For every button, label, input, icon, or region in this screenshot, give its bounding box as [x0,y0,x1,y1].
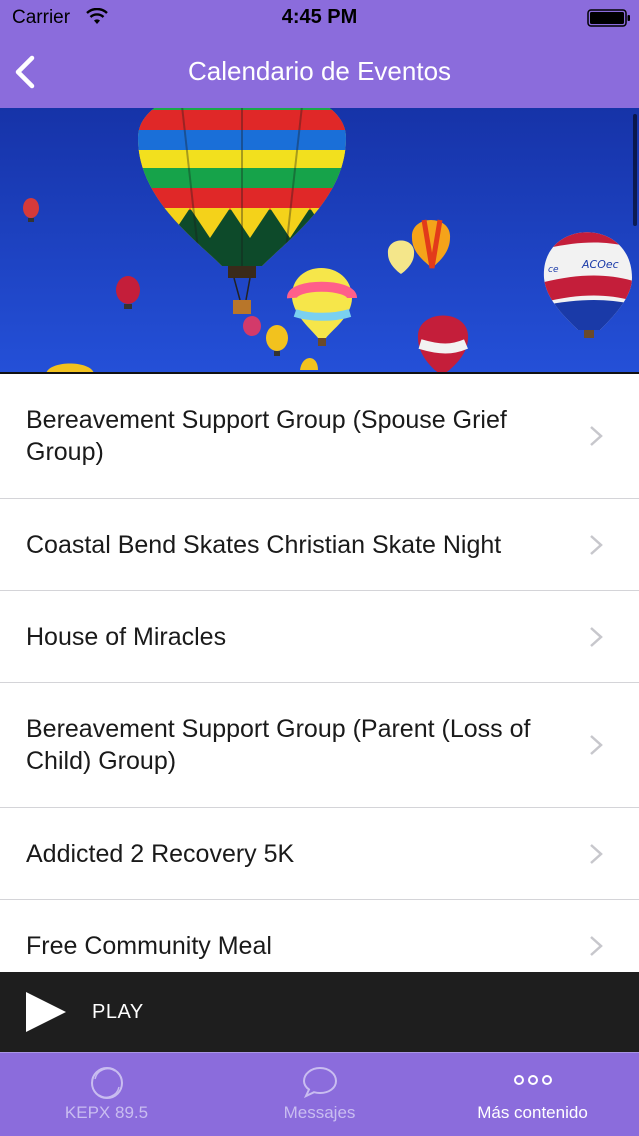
event-title: Coastal Bend Skates Christian Skate Nigh… [26,530,502,559]
tab-label: KEPX 89.5 [64,1103,149,1122]
play-label: PLAY [92,1001,144,1023]
chevron-right-icon [590,935,603,956]
event-row[interactable]: Bereavement Support Group (Spouse Grief … [0,374,639,499]
clock: 4:45 PM [281,6,358,28]
chat-bubble-icon [302,1066,337,1099]
tab-messajes[interactable]: Messajes [213,1053,426,1136]
svg-text:ce: ce [548,265,559,275]
event-row[interactable]: Coastal Bend Skates Christian Skate Nigh… [0,499,639,591]
play-icon [26,992,66,1032]
tab-label: Más contenido [477,1103,588,1122]
scroll-indicator [633,114,637,226]
tab-kepx[interactable]: KEPX 89.5 [0,1053,213,1136]
chevron-right-icon [590,426,603,446]
page-title: Calendario de Eventos [187,56,452,86]
tab-mas-contenido[interactable]: Más contenido [426,1053,639,1136]
tab-label: Messajes [283,1103,356,1122]
svg-text:ACOec: ACOec [581,258,619,271]
chevron-right-icon [590,534,603,555]
tab-bar: KEPX 89.5 Messajes Más contenido [0,1052,639,1136]
event-row[interactable]: Bereavement Support Group (Parent (Loss … [0,683,639,808]
status-bar: Carrier 4:45 PM [0,0,639,36]
event-row[interactable]: House of Miracles [0,591,639,683]
battery-icon [587,9,630,27]
event-title: Addicted 2 Recovery 5K [26,839,295,868]
hero-image: ACOec ce [0,108,639,374]
event-title: Bereavement Support Group (Parent (Loss … [26,715,531,775]
event-list: Bereavement Support Group (Spouse Grief … [0,374,639,972]
play-button[interactable] [24,991,68,1033]
event-title: Bereavement Support Group (Spouse Grief … [26,406,507,466]
event-title: Free Community Meal [26,931,272,960]
hot-air-balloons-illustration: ACOec ce [0,108,639,372]
chevron-right-icon [590,843,603,864]
chevron-right-icon [590,626,603,647]
chevron-right-icon [590,735,603,755]
nav-bar: Calendario de Eventos [0,36,639,108]
radio-ring-icon [90,1067,123,1099]
event-row[interactable]: Addicted 2 Recovery 5K [0,808,639,900]
audio-player: PLAY [0,972,639,1052]
event-title: House of Miracles [26,622,227,651]
more-dots-icon [513,1075,552,1085]
event-row[interactable]: Free Community Meal [0,900,639,972]
